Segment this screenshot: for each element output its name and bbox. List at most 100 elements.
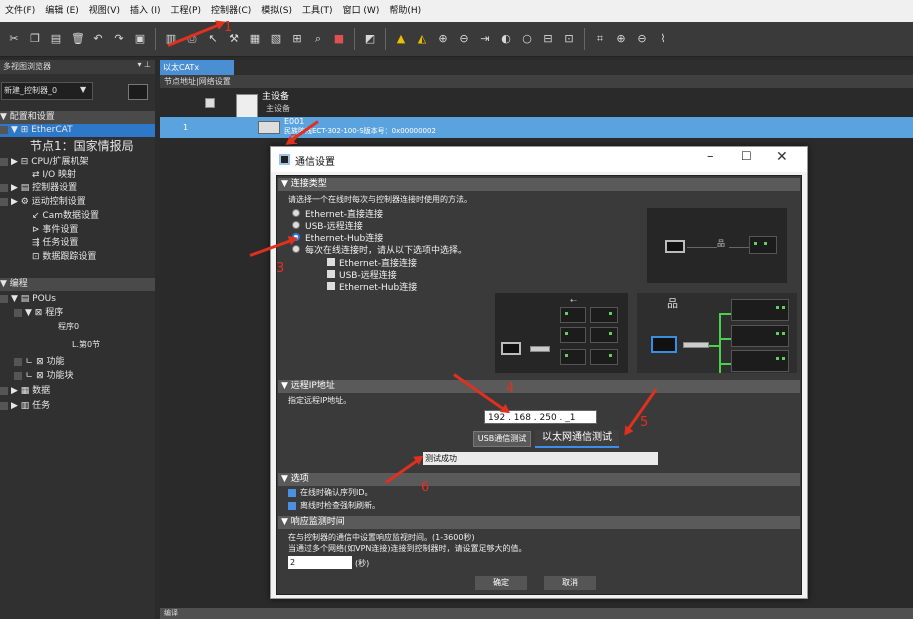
green-cable [719,363,731,365]
checkbox-force-refresh-label: 离线时检查强制刷新。 [300,501,380,510]
radio-ethernet-direct[interactable] [292,209,300,217]
sim-icon[interactable]: ⊟ [542,33,554,45]
cancel-button[interactable]: 取消 [544,576,596,590]
tree-item-ethercat[interactable]: ▼ ⊞ EtherCAT [0,124,155,137]
section-options[interactable]: ▼ 选项 [278,473,800,486]
menu-file[interactable]: 文件(F) [0,0,40,22]
section-remote-ip[interactable]: ▼ 远程IP地址 [278,380,800,393]
toolbar-separator [385,28,386,50]
tree-item-section0[interactable]: L.第0节 [0,338,155,351]
menu-simulate[interactable]: 模拟(S) [256,0,297,22]
slave-device-icon[interactable] [258,121,280,134]
minimize-icon[interactable]: – [707,149,714,164]
tree-item-data[interactable]: ▶ ▦ 数据 [0,385,155,398]
force-icon[interactable]: ◭ [416,33,428,45]
zoom-in-icon[interactable]: ⊕ [615,33,627,45]
pin-icon[interactable]: ▾ ⊥ [137,60,151,69]
tree-item-data-trace[interactable]: ⊡ 数据跟踪设置 [0,251,155,264]
tree-item-node1[interactable]: 节点1：国家情报局 [0,138,155,154]
menu-controller[interactable]: 控制器(C) [206,0,256,22]
explorer-title: 多视图浏览器 [0,60,155,74]
sub-option-ethernet-hub[interactable] [327,282,335,290]
pointer-icon[interactable]: ↖ [207,33,219,45]
monitor-time-input[interactable]: 2 [288,556,352,569]
monitor-icon[interactable]: ▦ [249,33,261,45]
menu-insert[interactable]: 插入 (I) [125,0,166,22]
sub-option-ethernet-hub-label: Ethernet-Hub连接 [339,283,418,293]
sub-option-ethernet-direct[interactable] [327,258,335,266]
close-icon[interactable]: ✕ [776,149,788,165]
dialog-body: ▼ 连接类型 请选择一个在线时每次与控制器连接时使用的方法。 Ethernet-… [276,175,802,595]
build-icon[interactable]: ◩ [364,33,376,45]
cut-icon[interactable]: ✂ [8,33,20,45]
tree-item-programs[interactable]: ▼ ⊠ 程序 [0,307,155,320]
menu-window[interactable]: 窗口 (W) [338,0,385,22]
sub-option-usb-remote[interactable] [327,270,335,278]
collapse-icon[interactable] [205,98,215,108]
annotation-6: 6 [421,480,430,495]
connection-description: 请选择一个在线时每次与控制器连接时使用的方法。 [288,195,472,204]
section-connection-type[interactable]: ▼ 连接类型 [278,178,800,191]
plc-icon [560,327,586,343]
compare-icon[interactable]: ▧ [270,33,282,45]
cable [687,247,717,248]
zoom-out-icon[interactable]: ⊖ [636,33,648,45]
monitor-description-1: 在与控制器的通信中设置响应监视时间。(1-3600秒) [288,533,475,542]
layout-icon[interactable]: ⌇ [657,33,669,45]
menu-view[interactable]: 视图(V) [84,0,125,22]
green-cable [709,345,719,347]
menu-project[interactable]: 工程(P) [166,0,206,22]
ethernet-test-button[interactable]: 以太网通信测试 [535,430,619,448]
tree-item-function-blocks[interactable]: ㄴ ⊠ 功能块 [0,370,155,383]
tree-item-cam-data[interactable]: ↙ Cam数据设置 [0,210,155,223]
fit-icon[interactable]: ⌗ [594,33,606,45]
break-icon[interactable]: ◐ [500,33,512,45]
copy-icon[interactable]: ❐ [29,33,41,45]
force-off-icon[interactable]: ⊖ [458,33,470,45]
menu-help[interactable]: 帮助(H) [384,0,426,22]
save-icon[interactable]: ▣ [134,33,146,45]
monitor-description-2: 当通过多个网络(如VPN连接)连接到控制器时，请设置足够大的值。 [288,544,527,553]
controller-icon[interactable] [128,84,148,100]
trace-icon[interactable]: ⊡ [563,33,575,45]
section-response-monitor[interactable]: ▼ 响应监测时间 [278,516,800,529]
tree-item-tasks[interactable]: ▶ ▥ 任务 [0,400,155,413]
tree-item-program0[interactable]: 程序0 [0,320,155,333]
laptop-icon [665,240,685,253]
maximize-icon[interactable]: ☐ [741,149,752,163]
tree-item-io-map[interactable]: ⇄ I/O 映射 [0,169,155,182]
warning-icon[interactable]: ▲ [395,33,407,45]
radio-choose-each-time[interactable] [292,245,300,253]
tree-item-motion-settings[interactable]: ▶ ⚙ 运动控制设置 [0,196,155,209]
chevron-down-icon[interactable]: ▼ [80,85,86,94]
tree-section-programming[interactable]: ▼ 编程 [0,278,155,291]
tree-item-task-settings[interactable]: ⇶ 任务设置 [0,237,155,250]
radio-usb-remote[interactable] [292,221,300,229]
network-icon[interactable]: ⊞ [291,33,303,45]
search-icon[interactable]: ⌕ [312,33,324,45]
run-icon[interactable]: ○ [521,33,533,45]
master-sublabel: 主设备 [266,104,290,113]
tree-item-cpu[interactable]: ▶ ⊟ CPU/扩展机架 [0,156,155,169]
master-device-icon[interactable] [236,94,258,118]
paste-icon[interactable]: ▤ [50,33,62,45]
tab-ethercat[interactable]: 以太CATx [160,60,234,75]
checkbox-force-refresh[interactable] [288,502,296,510]
delete-icon[interactable]: 🗑 [71,33,85,45]
redo-icon[interactable]: ↷ [113,33,125,45]
undo-icon[interactable]: ↶ [92,33,104,45]
tree-item-functions[interactable]: ㄴ ⊠ 功能 [0,356,155,369]
tree-item-pous[interactable]: ▼ ▤ POUs [0,293,155,306]
usb-test-button[interactable]: USB通信测试 [473,431,531,447]
ok-button[interactable]: 确定 [475,576,527,590]
tree-section-config[interactable]: ▼ 配置和设置 [0,111,155,124]
step-icon[interactable]: ⇥ [479,33,491,45]
stop-icon[interactable]: ■ [333,33,345,45]
dialog-icon [279,154,290,165]
menu-edit[interactable]: 编辑 (E) [40,0,84,22]
tree-item-controller-settings[interactable]: ▶ ▤ 控制器设置 [0,182,155,195]
force-on-icon[interactable]: ⊕ [437,33,449,45]
tree-item-event-settings[interactable]: ⊳ 事件设置 [0,224,155,237]
menu-tools[interactable]: 工具(T) [297,0,338,22]
checkbox-confirm-serial[interactable] [288,489,296,497]
